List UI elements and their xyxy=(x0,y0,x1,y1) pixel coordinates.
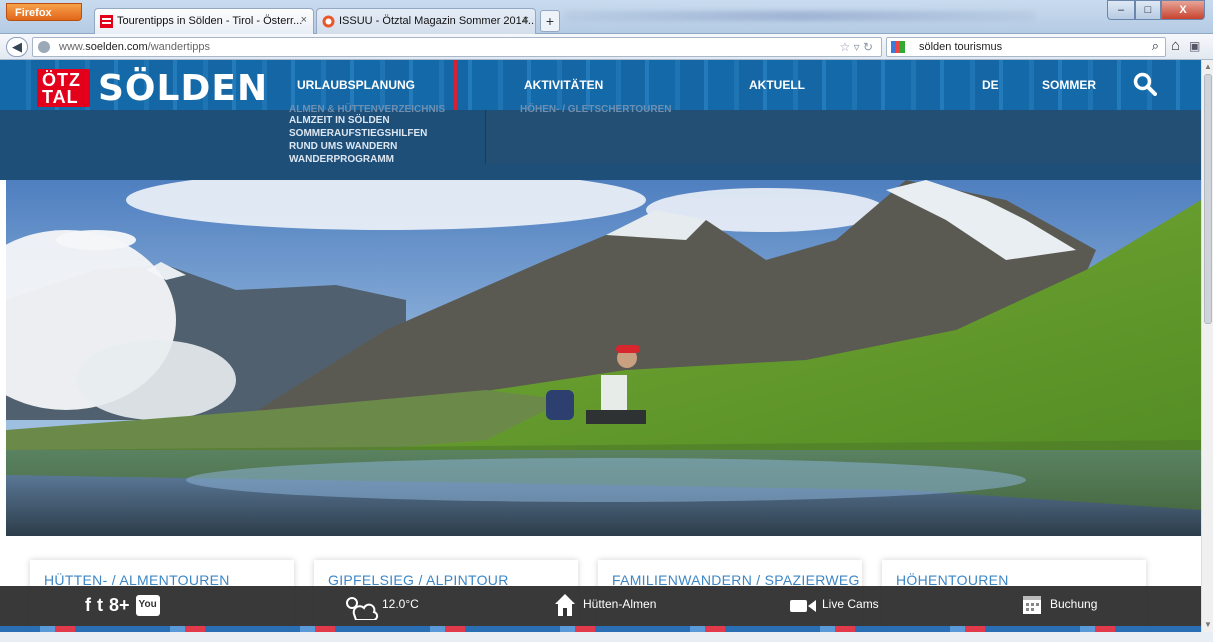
dropdown-icon[interactable]: ▿ xyxy=(854,40,860,54)
menu-aktivitaeten[interactable]: AKTIVITÄTEN xyxy=(524,78,603,92)
mega-menu-list: ALMZEIT IN SÖLDEN SOMMERAUFSTIEGSHILFEN … xyxy=(289,114,427,166)
calendar-icon xyxy=(1023,596,1041,614)
close-window-button[interactable]: X xyxy=(1161,0,1205,20)
social-links: f t 8+ You xyxy=(85,594,160,616)
tab-close-icon[interactable]: × xyxy=(523,14,529,26)
scrollbar-thumb[interactable] xyxy=(1204,74,1212,324)
new-tab-button[interactable]: + xyxy=(540,10,560,32)
mega-menu-panel xyxy=(485,110,1201,164)
soelden-logo-text[interactable]: SÖLDEN xyxy=(98,68,268,109)
bookmarks-menu-icon[interactable]: ▣ xyxy=(1189,39,1200,53)
tab-issuu[interactable]: ISSUU - Ötztal Magazin Sommer 2014... × xyxy=(316,8,536,34)
window-controls: – □ X xyxy=(1107,0,1205,20)
url-path: /wandertipps xyxy=(147,41,211,53)
facebook-icon[interactable]: f xyxy=(85,594,91,616)
camera-icon xyxy=(790,600,816,612)
mega-menu: ALMEN & HÜTTENVERZEICHNIS HÖHEN- / GLETS… xyxy=(0,104,1201,180)
blurred-title xyxy=(565,11,1035,21)
weather-temperature[interactable]: 12.0°C xyxy=(382,597,419,611)
search-icon[interactable]: ⌕ xyxy=(1152,38,1159,54)
search-input[interactable]: sölden tourismus ⌕ xyxy=(886,37,1166,57)
reload-icon[interactable]: ↻ xyxy=(863,40,873,54)
hut-icon xyxy=(555,594,575,616)
menu-item-hoehentouren[interactable]: HÖHEN- / GLETSCHERTOUREN xyxy=(520,104,672,115)
url-bar-icons: ☆ ▿ ↻ xyxy=(839,40,873,54)
bookmark-star-icon[interactable]: ☆ xyxy=(839,40,850,54)
sticky-footer-bar: f t 8+ You 12.0°C Hütten-Almen Live Cams… xyxy=(0,586,1201,626)
menu-urlaubsplanung[interactable]: URLAUBSPLANUNG xyxy=(297,78,415,92)
browser-titlebar: Firefox Tourentipps in Sölden - Tirol - … xyxy=(0,0,1213,34)
weather-icon xyxy=(346,597,379,620)
live-cams-link[interactable]: Live Cams xyxy=(822,597,879,611)
google-plus-icon[interactable]: 8+ xyxy=(109,594,130,616)
tab-close-icon[interactable]: × xyxy=(301,14,307,26)
oetztal-logo[interactable]: ÖTZ TAL xyxy=(37,69,90,107)
site-identity-icon[interactable] xyxy=(38,41,50,53)
url-bar[interactable]: www.soelden.com/wandertipps ☆ ▿ ↻ xyxy=(32,37,882,57)
status-bar xyxy=(0,632,1213,642)
scroll-up-icon[interactable]: ▲ xyxy=(1204,62,1212,71)
menu-item-aufstiegshilfen[interactable]: SOMMERAUFSTIEGSHILFEN xyxy=(289,127,427,140)
url-host: soelden.com xyxy=(85,41,148,53)
menu-item-almzeit[interactable]: ALMZEIT IN SÖLDEN xyxy=(289,114,427,127)
firefox-menu-button[interactable]: Firefox xyxy=(6,3,82,21)
search-icon[interactable] xyxy=(1133,72,1157,96)
search-value: sölden tourismus xyxy=(919,41,1003,53)
maximize-button[interactable]: □ xyxy=(1135,0,1161,20)
buchung-link[interactable]: Buchung xyxy=(1050,597,1097,611)
back-button[interactable]: ◀ xyxy=(6,37,28,57)
tab-title: ISSUU - Ötztal Magazin Sommer 2014... xyxy=(339,15,536,27)
logo-line: TAL xyxy=(42,87,79,107)
google-icon[interactable] xyxy=(891,41,905,53)
menu-item-rund-ums-wandern[interactable]: RUND UMS WANDERN xyxy=(289,140,427,153)
issuu-favicon-icon xyxy=(322,15,335,28)
huetten-almen-link[interactable]: Hütten-Almen xyxy=(583,597,656,611)
twitter-icon[interactable]: t xyxy=(97,594,103,616)
home-icon[interactable]: ⌂ xyxy=(1171,37,1180,54)
navigation-toolbar: ◀ www.soelden.com/wandertipps ☆ ▿ ↻ söld… xyxy=(0,34,1213,60)
soelden-favicon-icon xyxy=(100,15,113,28)
menu-item-wanderprogramm[interactable]: WANDERPROGRAMM xyxy=(289,153,427,166)
back-arrow-icon: ◀ xyxy=(12,39,22,54)
url-prefix: www. xyxy=(59,41,86,53)
tab-soelden[interactable]: Tourentipps in Sölden - Tirol - Österr..… xyxy=(94,8,314,34)
youtube-icon[interactable]: You xyxy=(135,595,160,616)
page-scrollbar[interactable]: ▲ ▼ xyxy=(1201,60,1213,632)
minimize-button[interactable]: – xyxy=(1107,0,1135,20)
season-selector[interactable]: SOMMER xyxy=(1042,78,1096,92)
language-selector[interactable]: DE xyxy=(982,78,999,92)
menu-aktuell[interactable]: AKTUELL xyxy=(749,78,805,92)
site-header: ÖTZ TAL SÖLDEN URLAUBSPLANUNG AKTIVITÄTE… xyxy=(0,60,1201,110)
hero-image xyxy=(6,180,1201,536)
webpage: ÖTZ TAL SÖLDEN URLAUBSPLANUNG AKTIVITÄTE… xyxy=(0,60,1201,632)
tab-title: Tourentipps in Sölden - Tirol - Österr..… xyxy=(117,15,303,27)
menu-active-indicator xyxy=(454,60,457,110)
scroll-down-icon[interactable]: ▼ xyxy=(1204,620,1212,629)
